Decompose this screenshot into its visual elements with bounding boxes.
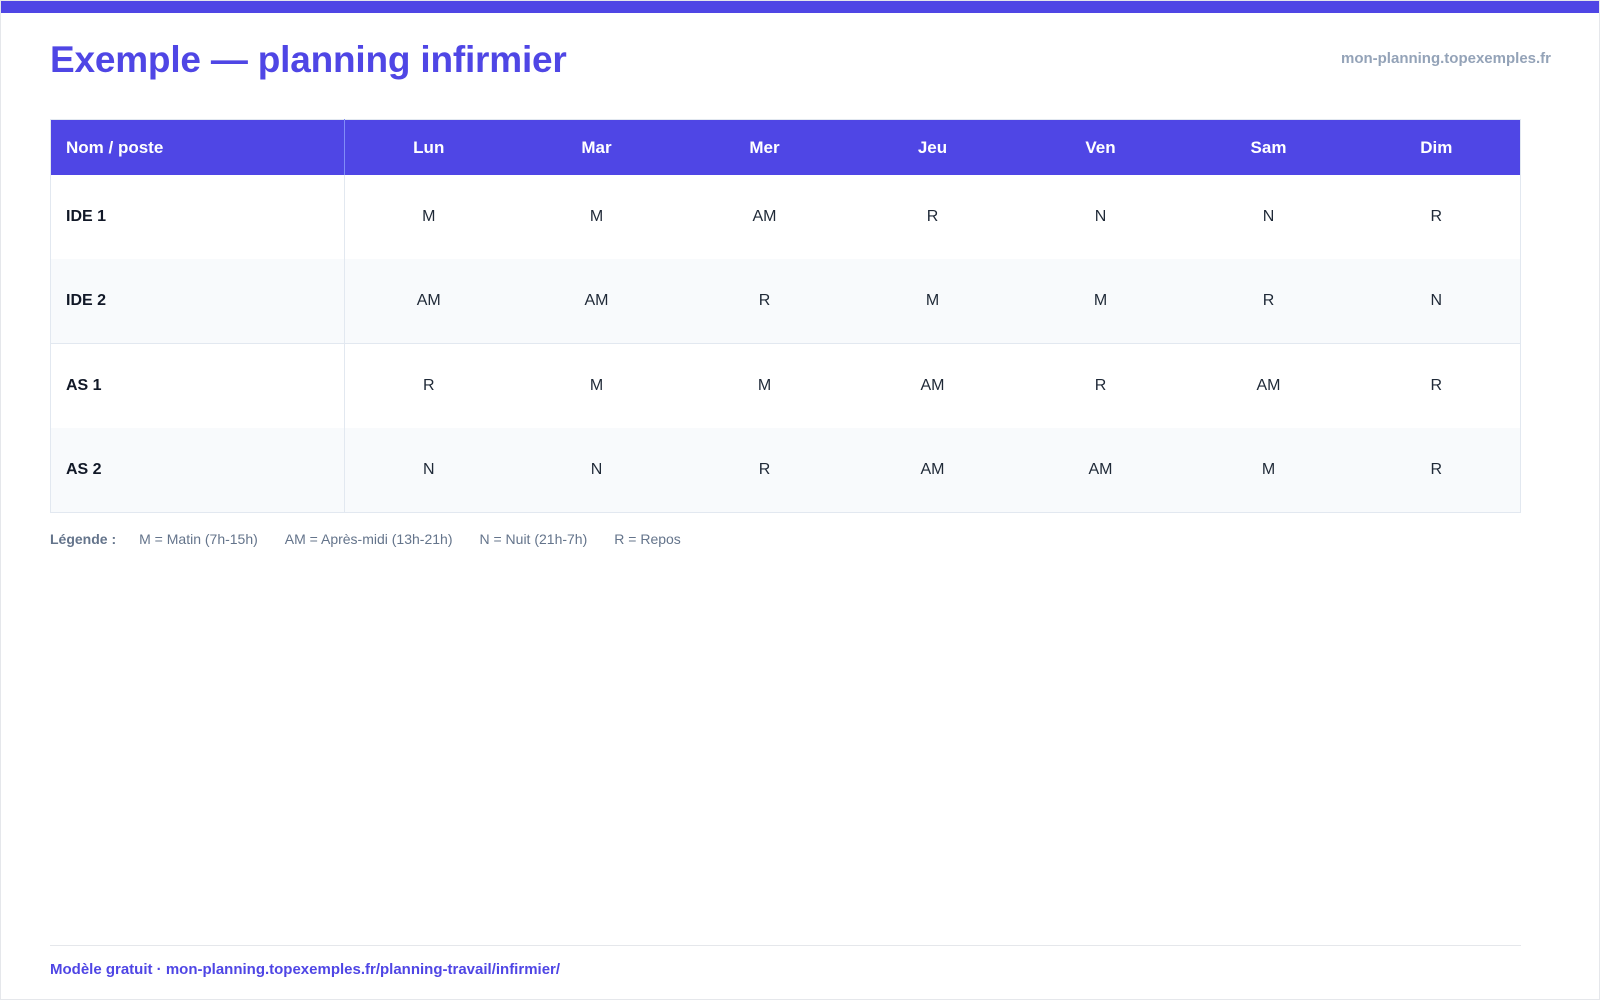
shift-cell: M [1184, 428, 1353, 513]
shift-cell: R [1016, 343, 1185, 428]
shift-cell: M [422, 208, 436, 225]
shift-cell: AM [344, 259, 513, 344]
shift-cell: N [1262, 208, 1275, 225]
column-header-day: Jeu [848, 119, 1017, 175]
footer-divider [50, 945, 1521, 946]
shift-cell: R [926, 208, 939, 225]
shift-cell: M [680, 343, 849, 428]
table-row: IDE 1 M M AM R N N R [50, 175, 1521, 259]
legend-title: Légende : [50, 531, 117, 547]
column-header-name: Nom / poste [50, 119, 345, 175]
shift-cell: R [1352, 343, 1521, 428]
shift-cell: AM [752, 208, 777, 225]
legend-item: AM = Après-midi (13h-21h) [284, 531, 453, 547]
shift-cell: AM [1184, 343, 1353, 428]
column-header-day: Ven [1016, 119, 1185, 175]
table-row: AS 2 N N R AM AM M R [50, 428, 1521, 513]
page-title: Exemple — planning infirmier [50, 39, 567, 80]
legend-item: M = Matin (7h-15h) [139, 531, 258, 547]
page: Exemple — planning infirmier mon-plannin… [0, 0, 1600, 1000]
table-row: IDE 2 AM AM R M M R N [50, 259, 1521, 344]
planning-table: Nom / poste Lun Mar Mer Jeu Ven Sam Dim … [50, 119, 1521, 513]
shift-cell: AM [848, 428, 1017, 513]
column-header-day: Sam [1184, 119, 1353, 175]
table-row: AS 1 R M M AM R AM R [50, 343, 1521, 428]
shift-cell: AM [512, 259, 681, 344]
column-header-day: Mer [680, 119, 849, 175]
shift-cell: N [1094, 208, 1107, 225]
shift-cell: N [344, 428, 513, 513]
legend: Légende : M = Matin (7h-15h) AM = Après-… [50, 531, 681, 547]
column-header-day: Dim [1352, 119, 1521, 175]
table-header-row: Nom / poste Lun Mar Mer Jeu Ven Sam Dim [50, 119, 1521, 175]
footer-link[interactable]: Modèle gratuit · mon-planning.topexemple… [50, 961, 560, 978]
staff-name-cell: IDE 2 [50, 259, 345, 344]
shift-cell: R [1184, 259, 1353, 344]
shift-cell: AM [848, 343, 1017, 428]
shift-cell: M [848, 259, 1017, 344]
shift-cell: AM [1016, 428, 1185, 513]
top-accent-bar [1, 1, 1599, 13]
legend-item: R = Repos [614, 531, 681, 547]
shift-cell: N [512, 428, 681, 513]
site-name: mon-planning.topexemples.fr [1340, 50, 1551, 67]
staff-name-cell: AS 2 [50, 428, 345, 513]
staff-name-cell: IDE 1 [50, 175, 345, 259]
shift-cell: R [1430, 208, 1443, 225]
shift-cell: M [589, 208, 604, 225]
shift-cell: R [344, 343, 513, 428]
shift-cell: R [680, 428, 849, 513]
column-header-day: Mar [512, 119, 681, 175]
staff-name-cell: AS 1 [50, 343, 345, 428]
column-header-day: Lun [344, 119, 513, 175]
shift-cell: R [1352, 428, 1521, 513]
shift-cell: R [680, 259, 849, 344]
shift-cell: M [1016, 259, 1185, 344]
legend-item: N = Nuit (21h-7h) [479, 531, 588, 547]
shift-cell: M [512, 343, 681, 428]
shift-cell: N [1352, 259, 1521, 344]
